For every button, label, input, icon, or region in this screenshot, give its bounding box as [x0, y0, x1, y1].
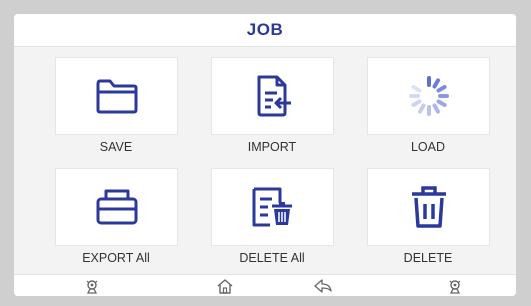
home-icon — [216, 278, 234, 294]
load-button[interactable] — [367, 57, 490, 135]
trash-icon — [409, 184, 449, 230]
save-label: SAVE — [99, 140, 133, 154]
import-label: IMPORT — [247, 140, 297, 154]
home-button[interactable] — [214, 277, 236, 295]
import-button[interactable] — [211, 57, 334, 135]
export-all-label: EXPORT All — [82, 251, 150, 265]
robot-right-button[interactable] — [444, 277, 466, 295]
loading-spinner-icon — [407, 74, 451, 118]
page-title: JOB — [246, 20, 284, 39]
job-screen: JOB SAVE IMPORT LOAD EXPORT All DELETE A… — [14, 14, 516, 296]
delete-all-button[interactable] — [211, 168, 334, 246]
robot-right-icon — [446, 278, 464, 294]
import-document-icon — [253, 73, 293, 119]
delete-all-document-icon — [250, 185, 296, 229]
export-all-button[interactable] — [55, 168, 178, 246]
robot-left-icon — [83, 278, 101, 294]
folder-icon — [94, 76, 140, 116]
delete-all-label: DELETE All — [239, 251, 305, 265]
title-bar: JOB — [14, 14, 516, 47]
load-label: LOAD — [410, 140, 446, 154]
back-button[interactable] — [312, 277, 334, 295]
delete-button[interactable] — [367, 168, 490, 246]
robot-left-button[interactable] — [81, 277, 103, 295]
printer-icon — [95, 187, 139, 227]
bottom-nav — [14, 274, 516, 296]
back-icon — [313, 278, 333, 294]
save-button[interactable] — [55, 57, 178, 135]
delete-label: DELETE — [403, 251, 453, 265]
